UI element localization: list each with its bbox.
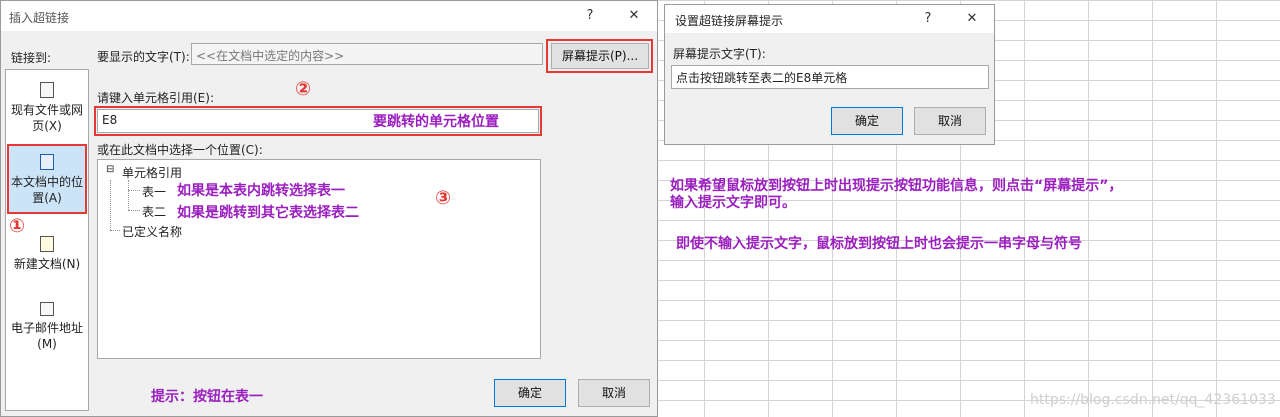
title-bar: 插入超链接 ? ✕ (1, 1, 657, 31)
cancel-button[interactable]: 取消 (578, 379, 650, 407)
sheet1-note: 如果是本表内跳转选择表一 (177, 183, 345, 199)
tree-node-cell-reference[interactable]: 单元格引用 (122, 164, 182, 181)
close-icon[interactable]: ✕ (623, 6, 645, 26)
tree-line (128, 180, 129, 210)
screentip-text-label: 屏幕提示文字(T): (673, 47, 766, 61)
tree-line (128, 190, 140, 191)
tree-node-defined-names[interactable]: 已定义名称 (122, 223, 182, 240)
link-to-label: 链接到: (11, 51, 52, 65)
help-icon[interactable]: ? (579, 6, 601, 26)
screentip-title-bar: 设置超链接屏幕提示 ? ✕ (665, 5, 994, 33)
screentip-ok-button[interactable]: 确定 (831, 107, 903, 135)
screentip-dialog: 设置超链接屏幕提示 ? ✕ 屏幕提示文字(T): 点击按钮跳转至表二的E8单元格… (664, 4, 995, 145)
choose-place-label: 或在此文档中选择一个位置(C): (97, 143, 263, 157)
highlight-place-in-document (7, 144, 87, 214)
sheet2-note: 如果是跳转到其它表选择表二 (177, 205, 359, 221)
tree-line (110, 230, 120, 231)
display-text-field[interactable]: <<在文档中选定的内容>> (191, 43, 543, 65)
tree-line (128, 210, 140, 211)
highlight-screentip-button (546, 39, 653, 73)
screentip-cancel-button[interactable]: 取消 (914, 107, 986, 135)
link-to-panel: 现有文件或网页(X) 本文档中的位置(A) 新建文档(N) 电子邮件地址(M) (5, 69, 89, 411)
insert-hyperlink-dialog: 插入超链接 ? ✕ 链接到: 现有文件或网页(X) 本文档中的位置(A) 新建文… (0, 0, 658, 417)
cell-ref-label: 请键入单元格引用(E): (97, 91, 214, 105)
watermark: https://blog.csdn.net/qq_42361033 (1030, 392, 1276, 408)
marker-1: ① (9, 215, 26, 237)
tree-line (110, 180, 111, 230)
screentip-text-field[interactable]: 点击按钮跳转至表二的E8单元格 (671, 65, 989, 89)
marker-3: ③ (435, 187, 452, 209)
expand-icon[interactable]: ⊟ (106, 164, 114, 175)
marker-2: ② (295, 78, 312, 100)
button-location-note: 提示：按钮在表一 (151, 389, 263, 405)
cell-position-note: 要跳转的单元格位置 (373, 114, 499, 130)
screentip-close-icon[interactable]: ✕ (961, 9, 983, 29)
email-icon (40, 302, 54, 316)
screentip-help-icon[interactable]: ? (917, 9, 939, 29)
screentip-note-line3: 即使不输入提示文字，鼠标放到按钮上时也会提示一串字母与符号 (676, 236, 1082, 252)
tree-node-sheet2[interactable]: 表二 (142, 203, 166, 220)
screentip-note-line2: 输入提示文字即可。 (670, 195, 796, 211)
existing-file-icon (40, 82, 54, 98)
dialog-title: 插入超链接 (9, 11, 70, 25)
ok-button[interactable]: 确定 (494, 379, 566, 407)
display-text-label: 要显示的文字(T): (97, 50, 190, 64)
tree-node-sheet1[interactable]: 表一 (142, 183, 166, 200)
link-item-existing-file[interactable]: 现有文件或网页(X) (8, 102, 86, 134)
link-item-new-document[interactable]: 新建文档(N) (8, 256, 86, 272)
screentip-dialog-title: 设置超链接屏幕提示 (675, 14, 784, 28)
new-document-icon (40, 236, 54, 252)
link-item-email-address[interactable]: 电子邮件地址(M) (8, 320, 86, 352)
